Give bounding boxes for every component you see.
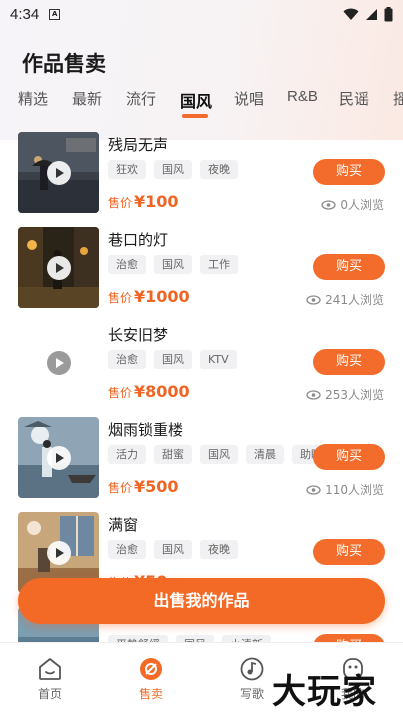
- write-song-icon: [240, 657, 264, 681]
- tag-list: 治愈 国风 KTV: [108, 350, 237, 369]
- price-value: ¥500: [134, 477, 179, 496]
- view-count-text: 253人浏览: [325, 388, 384, 402]
- work-title: 烟雨锁重楼: [108, 421, 184, 439]
- eye-icon: [306, 484, 321, 495]
- cover-image[interactable]: [18, 132, 99, 213]
- tag: 活力: [108, 445, 146, 464]
- eye-icon: [321, 199, 337, 210]
- tag: 国风: [200, 445, 238, 464]
- price-label: 售价: [108, 386, 133, 400]
- nav-home-label: 首页: [37, 687, 62, 701]
- status-icons: [343, 6, 393, 22]
- view-count: 241人浏览: [306, 291, 384, 308]
- eye-icon: [306, 389, 321, 400]
- tag: 治愈: [108, 540, 146, 559]
- tag-list: 治愈 国风 夜晚: [108, 540, 238, 559]
- sell-icon: [140, 658, 162, 680]
- list-item[interactable]: 长安旧梦 治愈 国风 KTV 售价 ¥8000 购买 253人浏览: [0, 320, 403, 415]
- battery-icon: [384, 6, 393, 21]
- price: 售价 ¥1000: [108, 287, 190, 306]
- view-count-text: 110人浏览: [325, 483, 384, 497]
- page-title: 作品售卖: [22, 52, 106, 76]
- nav-sell-label: 售卖: [138, 687, 163, 701]
- price-value: ¥1000: [134, 287, 190, 306]
- tag: 狂欢: [108, 160, 146, 179]
- work-title: 残局无声: [108, 136, 169, 154]
- category-tabs: 精选 最新 流行 国风 说唱 R&B 民谣 摇: [0, 88, 403, 118]
- view-count-text: 0人浏览: [340, 198, 384, 212]
- home-icon: [39, 658, 61, 680]
- price-value: ¥100: [134, 192, 179, 211]
- buy-button[interactable]: 购买: [313, 254, 385, 280]
- view-count: 253人浏览: [306, 386, 384, 403]
- tag: 治愈: [108, 255, 146, 274]
- price-label: 售价: [108, 291, 133, 305]
- nav-sell[interactable]: 售卖: [116, 657, 186, 702]
- eye-icon: [306, 294, 321, 305]
- price-label: 售价: [108, 481, 133, 495]
- buy-button[interactable]: 购买: [313, 444, 385, 470]
- signal-icon: [366, 8, 377, 20]
- tab-rock[interactable]: 摇: [393, 88, 403, 109]
- tag-list: 治愈 国风 工作: [108, 255, 238, 274]
- list-item[interactable]: 残局无声 狂欢 国风 夜晚 售价 ¥100 购买 0人浏览: [0, 130, 403, 225]
- nav-write-song-label: 写歌: [239, 687, 264, 701]
- price: 售价 ¥8000: [108, 382, 190, 401]
- cover-image[interactable]: [18, 227, 99, 308]
- buy-button[interactable]: 购买: [313, 159, 385, 185]
- view-count: 0人浏览: [321, 196, 384, 213]
- work-title: 长安旧梦: [108, 326, 169, 344]
- list-item[interactable]: 巷口的灯 治愈 国风 工作 售价 ¥1000 购买 241人浏览: [0, 225, 403, 320]
- wifi-icon: [343, 8, 359, 20]
- tag: 工作: [200, 255, 238, 274]
- work-title: 满窗: [108, 516, 139, 534]
- works-list: 残局无声 狂欢 国风 夜晚 售价 ¥100 购买 0人浏览 巷口的灯 治愈 国风…: [0, 128, 403, 643]
- tab-rnb[interactable]: R&B: [287, 88, 318, 105]
- tab-popular[interactable]: 流行: [126, 88, 156, 109]
- view-count: 110人浏览: [306, 481, 384, 498]
- tag: 国风: [154, 160, 192, 179]
- play-icon[interactable]: [46, 255, 71, 280]
- tag-list: 狂欢 国风 夜晚: [108, 160, 238, 179]
- work-title: 巷口的灯: [108, 231, 169, 249]
- tag: 国风: [154, 540, 192, 559]
- cover-image[interactable]: [18, 322, 99, 403]
- play-icon[interactable]: [46, 160, 71, 185]
- play-icon[interactable]: [46, 445, 71, 470]
- tag: 甜蜜: [154, 445, 192, 464]
- tag: 清晨: [246, 445, 284, 464]
- buy-button[interactable]: 购买: [313, 539, 385, 565]
- status-bar: 4:34 A: [0, 0, 403, 28]
- price-label: 售价: [108, 196, 133, 210]
- nav-home[interactable]: 首页: [15, 657, 85, 702]
- tag: 国风: [154, 350, 192, 369]
- tab-guofeng[interactable]: 国风: [180, 88, 212, 112]
- active-tab-indicator: [182, 114, 208, 118]
- watermark-logo: 大玩家: [272, 672, 377, 712]
- price-value: ¥8000: [134, 382, 190, 401]
- tab-rap[interactable]: 说唱: [234, 88, 264, 109]
- buy-button[interactable]: 购买: [313, 349, 385, 375]
- tag-list: 活力 甜蜜 国风 清晨 助眠: [108, 445, 330, 464]
- tag: 夜晚: [200, 160, 238, 179]
- status-time: 4:34: [10, 5, 40, 23]
- play-icon[interactable]: [46, 350, 71, 375]
- tag: KTV: [200, 350, 237, 369]
- tag: 治愈: [108, 350, 146, 369]
- play-icon[interactable]: [46, 540, 71, 565]
- tab-latest[interactable]: 最新: [72, 88, 102, 109]
- list-item[interactable]: 烟雨锁重楼 活力 甜蜜 国风 清晨 助眠 售价 ¥500 购买 110人浏览: [0, 415, 403, 510]
- tag: 国风: [154, 255, 192, 274]
- sell-my-work-button[interactable]: 出售我的作品: [18, 578, 385, 624]
- cover-image[interactable]: [18, 417, 99, 498]
- tab-folk[interactable]: 民谣: [339, 88, 369, 109]
- notification-icon: A: [49, 8, 61, 20]
- tag: 夜晚: [200, 540, 238, 559]
- price: 售价 ¥100: [108, 192, 179, 211]
- view-count-text: 241人浏览: [325, 293, 384, 307]
- tab-featured[interactable]: 精选: [18, 88, 48, 109]
- price: 售价 ¥500: [108, 477, 179, 496]
